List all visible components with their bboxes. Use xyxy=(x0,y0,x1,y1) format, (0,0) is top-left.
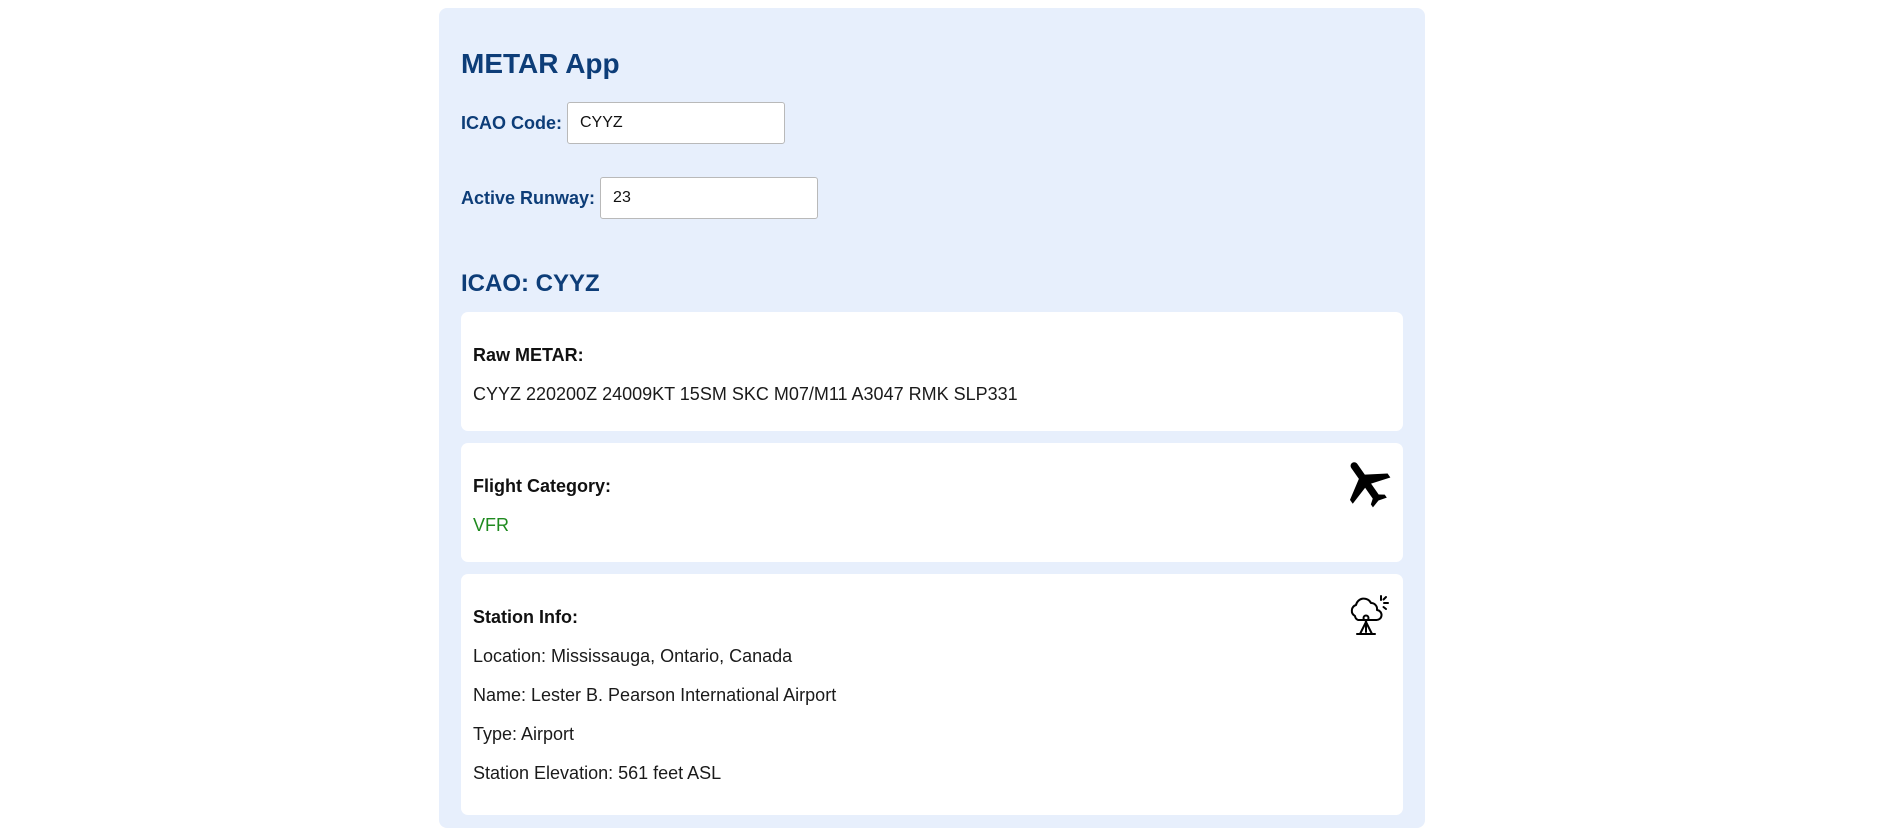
icao-result-heading: ICAO: CYYZ xyxy=(461,270,600,297)
station-info-card: Station Info: Location: Mississauga, Ont… xyxy=(461,574,1403,815)
raw-metar-value: CYYZ 220200Z 24009KT 15SM SKC M07/M11 A3… xyxy=(473,384,1018,404)
icao-code-input[interactable] xyxy=(567,102,785,144)
flight-category-value: VFR xyxy=(473,515,509,535)
icao-code-label: ICAO Code: xyxy=(461,112,562,133)
station-name: Name: Lester B. Pearson International Ai… xyxy=(473,685,837,705)
airplane-icon xyxy=(1349,462,1391,508)
raw-metar-card: Raw METAR: CYYZ 220200Z 24009KT 15SM SKC… xyxy=(461,312,1403,431)
weather-station-icon xyxy=(1350,595,1389,635)
raw-metar-label: Raw METAR: xyxy=(473,345,584,365)
icao-code-row: ICAO Code: xyxy=(461,102,785,144)
metar-app-panel: METAR App ICAO Code: Active Runway: ICAO… xyxy=(439,8,1425,828)
station-type: Type: Airport xyxy=(473,724,575,744)
active-runway-row: Active Runway: xyxy=(461,177,819,219)
app-title: METAR App xyxy=(461,48,620,79)
station-elevation: Station Elevation: 561 feet ASL xyxy=(473,763,722,783)
station-info-label: Station Info: xyxy=(473,607,578,627)
active-runway-input[interactable] xyxy=(600,177,819,219)
flight-category-label: Flight Category: xyxy=(473,476,611,496)
active-runway-label: Active Runway: xyxy=(461,187,596,208)
flight-category-card: Flight Category: VFR xyxy=(461,443,1403,562)
station-location: Location: Mississauga, Ontario, Canada xyxy=(473,646,793,666)
